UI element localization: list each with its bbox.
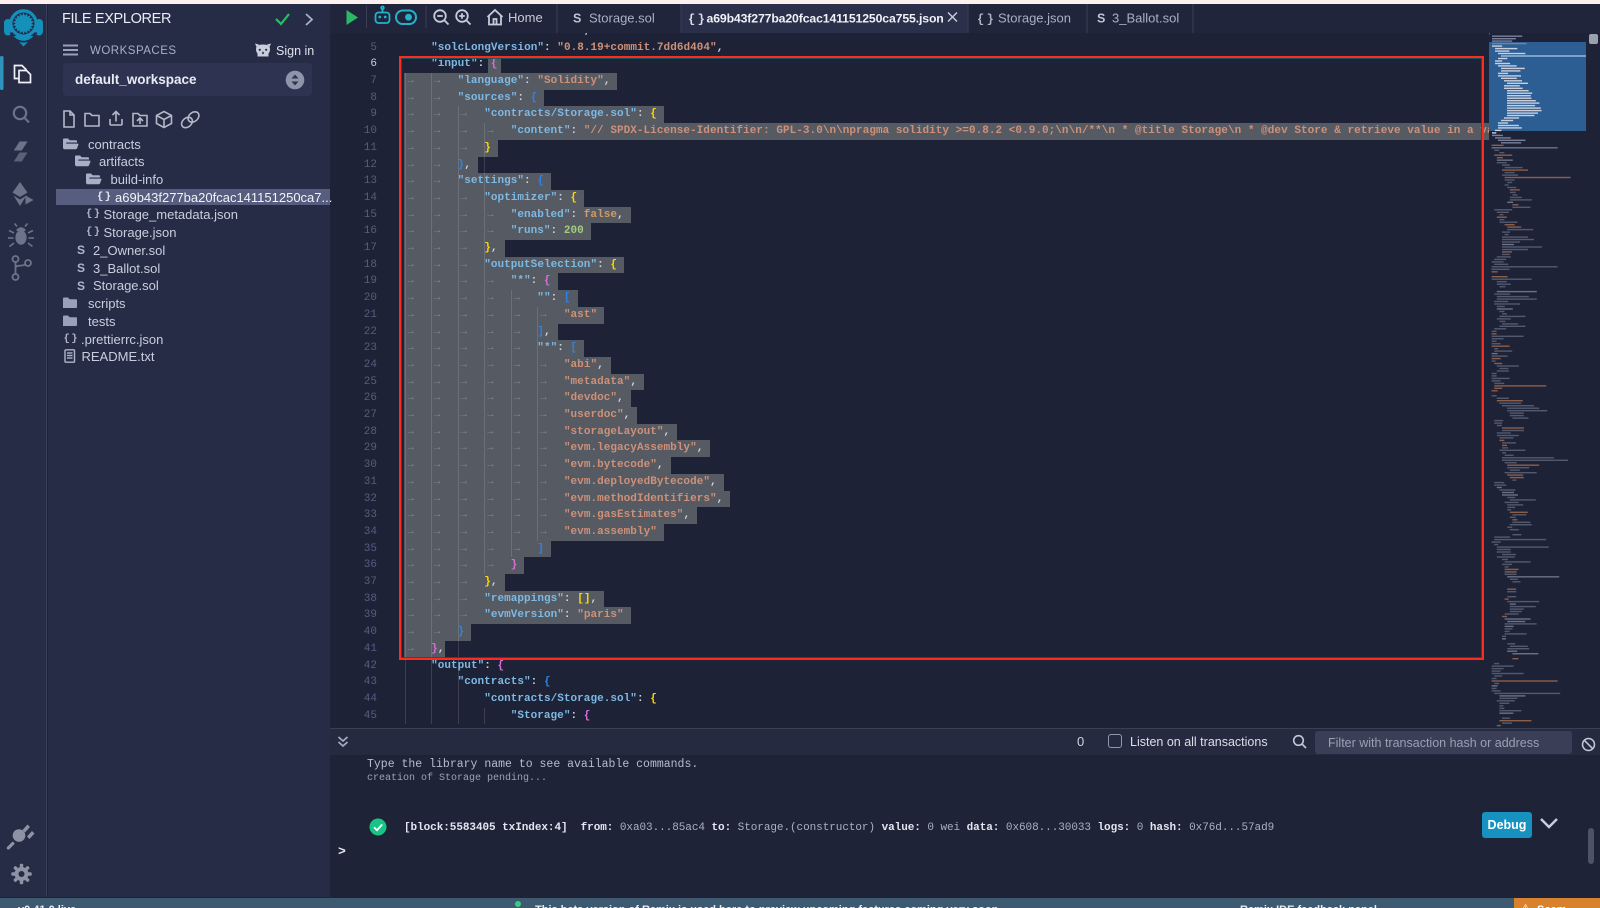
svg-text:a69b43f277ba20fcac141151250ca7: a69b43f277ba20fcac141151250ca755.json: [707, 12, 944, 26]
svg-text:{ }: { }: [688, 13, 705, 27]
svg-text:Home: Home: [508, 10, 543, 25]
svg-text:Storage.json: Storage.json: [998, 11, 1071, 26]
svg-text:3_Ballot.sol: 3_Ballot.sol: [1112, 11, 1179, 26]
svg-text:{ }: { }: [977, 13, 994, 27]
svg-text:Storage.sol: Storage.sol: [589, 11, 655, 26]
svg-text:S: S: [573, 12, 581, 26]
svg-text:S: S: [1097, 12, 1105, 26]
